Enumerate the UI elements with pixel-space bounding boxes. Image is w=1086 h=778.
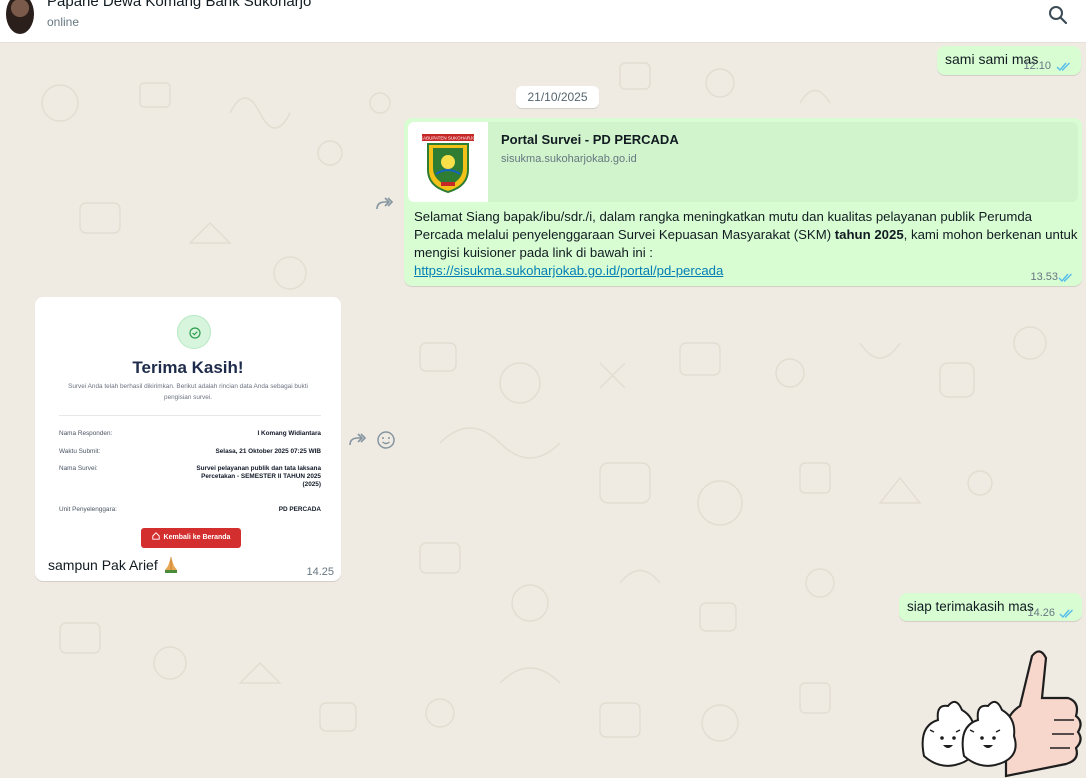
check-circle-icon [177,315,211,349]
praying-hands-emoji [164,557,177,573]
contact-name[interactable]: Papahe Dewa Komang Bank Sukoharjo [47,0,311,10]
message-text: Selamat Siang bapak/ibu/sdr./i, dalam ra… [414,209,1078,278]
link-preview[interactable]: KABUPATEN SUKOHARJO Portal Survei - PD P… [408,122,1078,202]
message-bubble-incoming[interactable]: Terima Kasih! Survei Anda telah berhasil… [35,297,341,581]
contact-avatar[interactable] [6,0,34,34]
message-link[interactable]: https://sisukma.sukoharjokab.go.id/porta… [414,263,723,278]
message-time: 13.53 [1030,271,1058,283]
link-preview-title: Portal Survei - PD PERCADA [501,132,679,147]
forward-icon[interactable] [372,192,396,216]
double-check-read-icon [1058,273,1072,283]
card-title: Terima Kasih! [132,358,244,377]
contact-status: online [47,15,80,29]
message-text: siap terimakasih mas [907,599,1034,614]
back-to-home-button: Kembali ke Beranda [141,528,241,548]
message-bubble-outgoing[interactable]: KABUPATEN SUKOHARJO Portal Survei - PD P… [404,118,1082,286]
message-bubble-outgoing[interactable]: siap terimakasih mas 14.26 [899,593,1082,621]
home-icon [151,532,160,540]
link-preview-domain: sisukma.sukoharjokab.go.id [501,153,637,165]
forward-icon[interactable] [345,428,369,452]
date-separator: 21/10/2025 [516,86,599,108]
message-time: 14.26 [1027,607,1055,619]
svg-text:KABUPATEN SUKOHARJO: KABUPATEN SUKOHARJO [420,136,476,141]
image-attachment[interactable]: Terima Kasih! Survei Anda telah berhasil… [39,301,337,549]
message-time: 12.10 [1023,60,1051,72]
search-icon[interactable] [1046,3,1070,27]
link-preview-thumbnail: KABUPATEN SUKOHARJO [408,122,488,202]
divider [59,415,321,416]
chat-header: Papahe Dewa Komang Bank Sukoharjo online [0,0,1086,43]
emoji-reaction-icon[interactable] [374,428,398,452]
card-subtitle: Survei Anda telah berhasil dikirimkan. B… [68,383,308,401]
double-check-read-icon [1056,62,1070,72]
message-time: 14.25 [306,566,334,578]
double-check-read-icon [1059,609,1073,619]
thumbs-up-sticker[interactable] [916,646,1084,778]
message-text: sampun Pak Arief [48,555,180,573]
message-bubble-outgoing[interactable]: sami sami mas 12.10 [937,46,1081,75]
